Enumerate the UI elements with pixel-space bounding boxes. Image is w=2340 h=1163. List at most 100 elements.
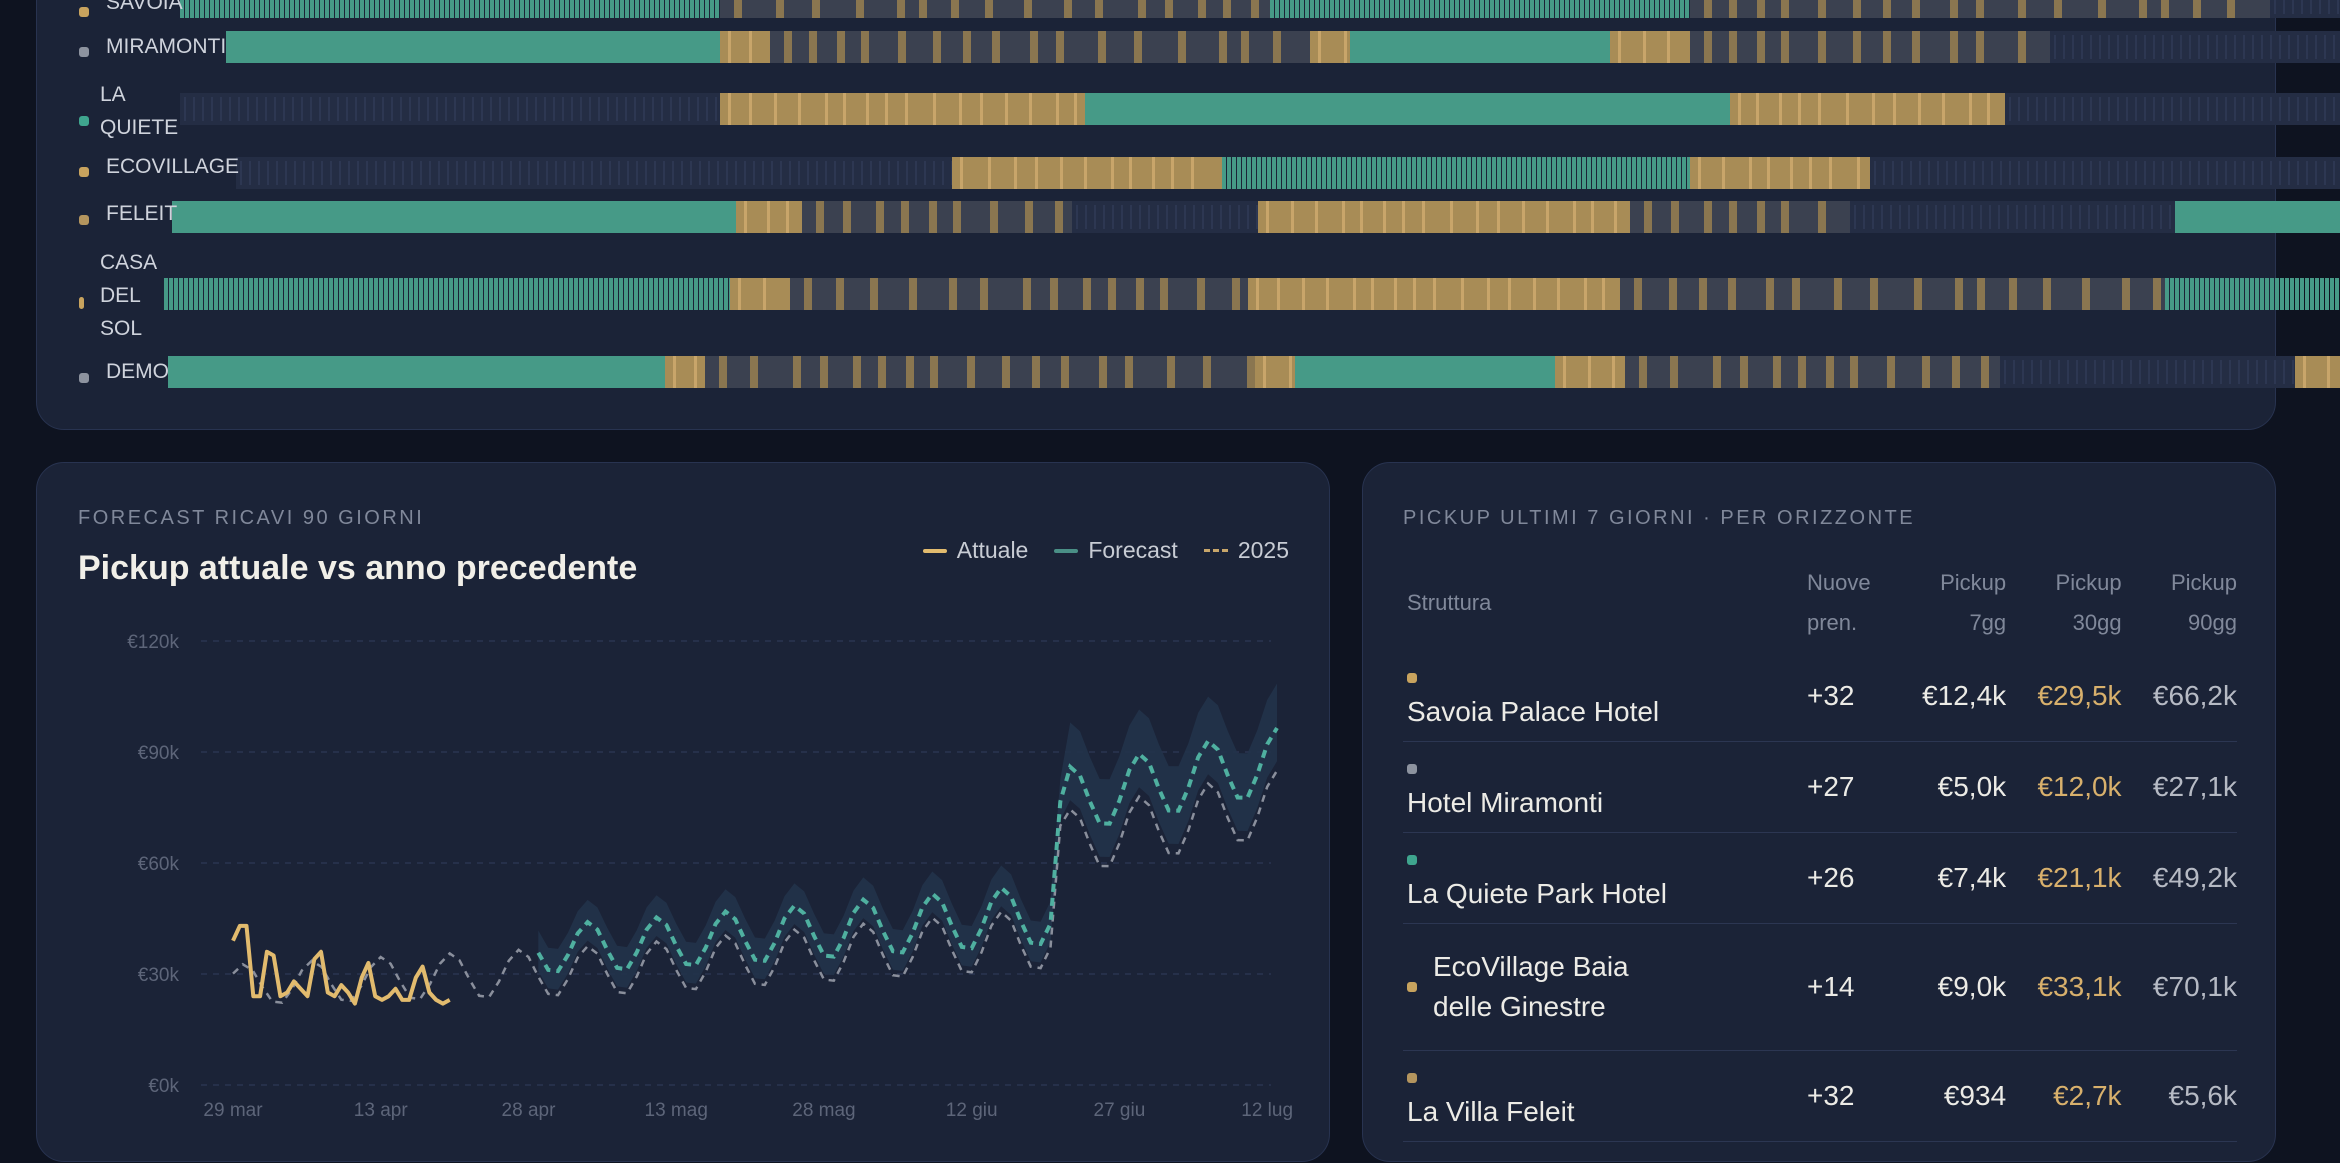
timeline-segment[interactable] [524, 278, 528, 310]
timeline-segment[interactable] [2106, 205, 2108, 229]
timeline-segment[interactable] [2016, 205, 2018, 229]
timeline-segment[interactable] [1555, 0, 1559, 18]
timeline-segment[interactable] [357, 161, 359, 185]
timeline-segment[interactable] [2184, 360, 2186, 384]
timeline-segment[interactable] [774, 93, 777, 125]
timeline-segment[interactable] [517, 97, 519, 121]
timeline-segment[interactable] [2324, 97, 2326, 121]
timeline-segment[interactable] [786, 201, 789, 233]
timeline-segment[interactable] [715, 97, 717, 121]
timeline-segment[interactable] [2283, 0, 2285, 14]
timeline-segment[interactable] [350, 0, 354, 18]
timeline-segment[interactable] [1495, 0, 1499, 18]
timeline-segment[interactable] [1171, 157, 1174, 189]
timeline-segment[interactable] [2160, 205, 2162, 229]
timeline-segment[interactable] [2315, 278, 2319, 310]
timeline-segment[interactable] [1557, 278, 1560, 310]
timeline-segment[interactable] [1665, 0, 1669, 18]
timeline-segment[interactable] [645, 161, 647, 185]
timeline-segment[interactable] [1353, 278, 1356, 310]
timeline-segment[interactable] [878, 356, 886, 388]
timeline-segment[interactable] [1344, 31, 1347, 63]
timeline-segment[interactable] [345, 0, 349, 18]
timeline-segment[interactable] [2099, 161, 2101, 185]
timeline-segment[interactable] [2215, 278, 2219, 310]
timeline-segment[interactable] [1617, 157, 1621, 189]
timeline-segment[interactable] [719, 278, 723, 310]
timeline-segment[interactable] [1982, 161, 1984, 185]
timeline-segment[interactable] [1247, 157, 1251, 189]
timeline-segment[interactable] [335, 0, 339, 18]
timeline-segment[interactable] [636, 161, 638, 185]
timeline-segment[interactable] [1766, 278, 1774, 310]
timeline-segment[interactable] [529, 278, 533, 310]
timeline-segment[interactable] [1874, 161, 1876, 185]
timeline-segment[interactable] [2122, 278, 2130, 310]
timeline-segment[interactable] [562, 97, 564, 121]
timeline-segment[interactable] [2135, 161, 2137, 185]
timeline-segment[interactable] [429, 278, 433, 310]
timeline-segment[interactable] [1412, 157, 1416, 189]
timeline-segment[interactable] [1282, 157, 1286, 189]
timeline-segment[interactable] [1166, 205, 1168, 229]
timeline-segment[interactable] [1350, 31, 1610, 63]
timeline-segment[interactable] [1792, 278, 1800, 310]
timeline-segment[interactable] [699, 161, 701, 185]
timeline-segment[interactable] [2220, 360, 2222, 384]
timeline-segment[interactable] [1944, 205, 1946, 229]
timeline-segment[interactable] [328, 97, 330, 121]
timeline-segment[interactable] [2245, 278, 2249, 310]
timeline-segment[interactable] [616, 97, 618, 121]
timeline-segment[interactable] [2043, 278, 2051, 310]
timeline-segment[interactable] [1517, 157, 1521, 189]
timeline-segment[interactable] [360, 0, 364, 18]
timeline-segment[interactable] [1854, 205, 1856, 229]
timeline-segment[interactable] [2027, 97, 2029, 121]
timeline-segment[interactable] [195, 0, 199, 18]
timeline-segment[interactable] [1295, 0, 1299, 18]
timeline-segment[interactable] [655, 0, 659, 18]
timeline-segment[interactable] [630, 0, 634, 18]
timeline-segment[interactable] [1680, 0, 1684, 18]
timeline-segment[interactable] [919, 0, 927, 18]
timeline-segment[interactable] [1372, 157, 1376, 189]
timeline-segment[interactable] [2247, 360, 2249, 384]
timeline-segment[interactable] [744, 201, 747, 233]
timeline-segment[interactable] [1461, 278, 1464, 310]
timeline-segment[interactable] [2180, 161, 2182, 185]
timeline-segment[interactable] [1917, 205, 1919, 229]
timeline-segment[interactable] [1167, 356, 1175, 388]
timeline-segment[interactable] [1987, 93, 1990, 125]
timeline-segment[interactable] [2205, 278, 2209, 310]
timeline-segment[interactable] [265, 0, 269, 18]
timeline-segment[interactable] [2103, 360, 2105, 384]
timeline-segment[interactable] [424, 278, 428, 310]
timeline-segment[interactable] [2305, 278, 2309, 310]
timeline-segment[interactable] [405, 0, 409, 18]
timeline-segment[interactable] [315, 0, 319, 18]
timeline-segment[interactable] [1573, 201, 1576, 233]
timeline-segment[interactable] [643, 97, 645, 121]
timeline-segment[interactable] [2315, 97, 2317, 121]
timeline-segment[interactable] [1342, 157, 1346, 189]
timeline-segment[interactable] [1367, 157, 1371, 189]
timeline-segment[interactable] [809, 31, 817, 63]
timeline-segment[interactable] [1125, 356, 1133, 388]
timeline-segment[interactable] [573, 161, 575, 185]
timeline-segment[interactable] [590, 0, 594, 18]
timeline-segment[interactable] [214, 278, 218, 310]
timeline-segment[interactable] [1272, 157, 1276, 189]
timeline-segment[interactable] [279, 278, 283, 310]
timeline-segment[interactable] [2058, 360, 2060, 384]
timeline-segment[interactable] [1550, 0, 1554, 18]
timeline-segment[interactable] [804, 278, 812, 310]
timeline-segment[interactable] [520, 0, 524, 18]
timeline-segment[interactable] [1883, 31, 1891, 63]
timeline-segment[interactable] [1362, 157, 1366, 189]
timeline-segment[interactable] [456, 161, 458, 185]
timeline-segment[interactable] [2225, 278, 2229, 310]
timeline-segment[interactable] [1615, 0, 1619, 18]
timeline-segment[interactable] [2335, 278, 2339, 310]
timeline-segment[interactable] [430, 0, 434, 18]
timeline-segment[interactable] [465, 0, 469, 18]
